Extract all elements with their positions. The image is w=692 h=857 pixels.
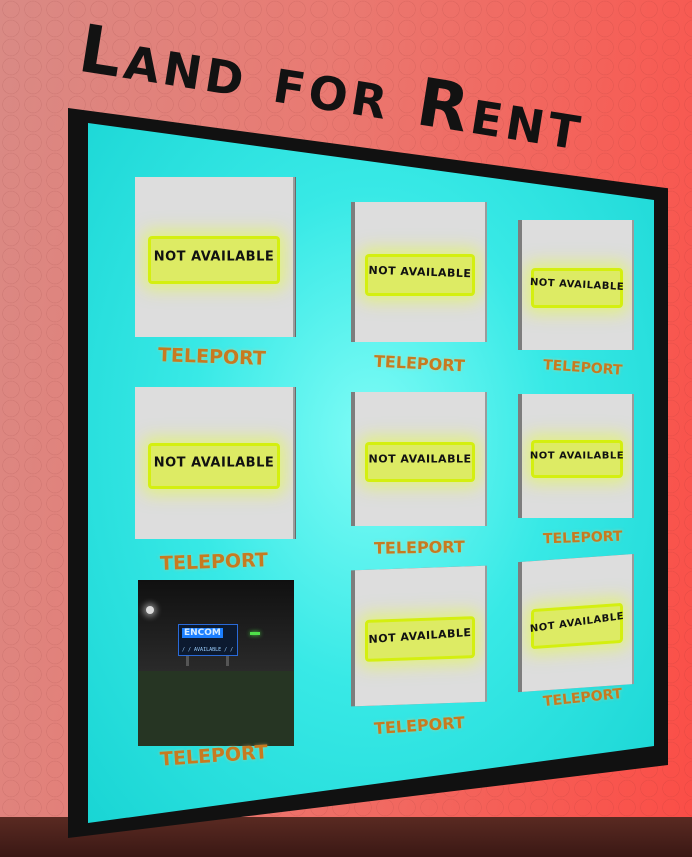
preview-ground: [138, 671, 294, 746]
parcel-tile-2[interactable]: NOT AVAILABLE: [355, 202, 485, 342]
preview-lamp: [146, 606, 154, 614]
parcel-tile-3[interactable]: NOT AVAILABLE: [522, 220, 632, 350]
parcel-tile-8[interactable]: NOT AVAILABLE: [355, 565, 485, 707]
teleport-button-5[interactable]: TELEPORT: [374, 537, 465, 558]
preview-sign-logo: ENCOM: [182, 628, 223, 638]
preview-sign: ENCOM / / AVAILABLE / /: [178, 624, 238, 656]
parcel-status: NOT AVAILABLE: [153, 249, 275, 265]
parcel-tile-5[interactable]: NOT AVAILABLE: [355, 392, 485, 526]
parcel-tile-1[interactable]: NOT AVAILABLE: [135, 177, 293, 337]
teleport-button-6[interactable]: TELEPORT: [543, 529, 623, 548]
teleport-button-4[interactable]: TELEPORT: [160, 549, 269, 575]
parcel-status: NOT AVAILABLE: [368, 452, 472, 466]
parcel-status: NOT AVAILABLE: [529, 450, 625, 462]
parcel-status: NOT AVAILABLE: [153, 455, 275, 471]
parcel-tile-7-preview[interactable]: ENCOM / / AVAILABLE / /: [138, 580, 294, 746]
teleport-button-1[interactable]: TELEPORT: [158, 344, 267, 370]
preview-sign-caption: / / AVAILABLE / /: [182, 647, 234, 653]
parcel-tile-6[interactable]: NOT AVAILABLE: [522, 394, 632, 518]
parcel-tile-9[interactable]: NOT AVAILABLE: [522, 554, 632, 692]
parcel-tile-4[interactable]: NOT AVAILABLE: [135, 387, 293, 539]
preview-marker: [250, 632, 260, 635]
